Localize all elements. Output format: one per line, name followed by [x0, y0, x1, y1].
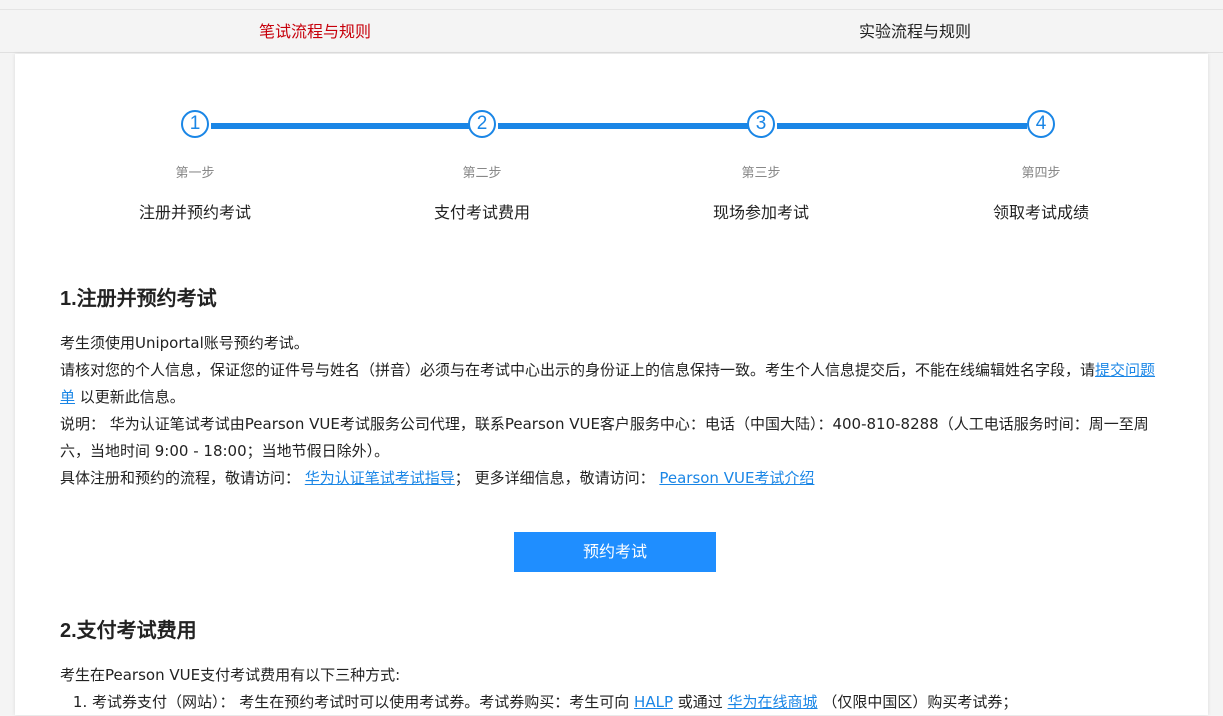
text: （仅限中国区）购买考试券； [817, 693, 1018, 711]
list-item: 考试券支付（网站）： 考生在预约考试时可以使用考试券。考试券购买：考生可向 HA… [92, 689, 1170, 716]
step-title: 支付考试费用 [433, 203, 530, 222]
section-heading-payment: 2.支付考试费用 [60, 620, 197, 642]
step-connector [211, 123, 469, 129]
pearson-vue-intro-link[interactable]: Pearson VUE考试介绍 [659, 469, 814, 487]
step-caption: 第二步 [462, 166, 502, 181]
tab-lab-exam-rules[interactable]: 实验流程与规则 [800, 10, 1030, 53]
paragraph: 说明： 华为认证笔试考试由Pearson VUE考试服务公司代理，联系Pears… [60, 415, 1149, 460]
step-title: 注册并预约考试 [138, 203, 251, 222]
step-connector [498, 123, 748, 129]
step-number-3: 3 [747, 110, 775, 138]
section-heading-register: 1.注册并预约考试 [60, 288, 217, 310]
text: 请核对您的个人信息，保证您的证件号与姓名（拼音）必须与在考试中心出示的身份证上的… [60, 361, 1096, 379]
section-body-register: 考生须使用Uniportal账号预约考试。 请核对您的个人信息，保证您的证件号与… [60, 330, 1170, 492]
book-exam-button[interactable]: 预约考试 [514, 532, 716, 572]
huawei-online-store-link[interactable]: 华为在线商城 [728, 693, 818, 711]
text: 具体注册和预约的流程，敬请访问： [60, 469, 305, 487]
tab-bar: 笔试流程与规则 实验流程与规则 [0, 9, 1223, 53]
halp-link[interactable]: HALP [634, 693, 673, 711]
step-title: 领取考试成绩 [992, 203, 1089, 222]
step-caption: 第一步 [175, 166, 215, 181]
step-connector [777, 123, 1027, 129]
step-caption: 第四步 [1021, 166, 1061, 181]
content-panel: 1 2 3 4 第一步 第二步 第三步 第四步 注册并预约考试 支付考试费用 现… [15, 54, 1208, 715]
section-body-payment: 考生在Pearson VUE支付考试费用有以下三种方式: 考试券支付（网站）： … [60, 662, 1170, 716]
step-caption: 第三步 [741, 166, 781, 181]
step-number-4: 4 [1027, 110, 1055, 138]
step-number-1: 1 [181, 110, 209, 138]
paragraph: 请核对您的个人信息，保证您的证件号与姓名（拼音）必须与在考试中心出示的身份证上的… [60, 357, 1170, 411]
paragraph: 考生在Pearson VUE支付考试费用有以下三种方式: [60, 666, 401, 684]
paragraph: 具体注册和预约的流程，敬请访问： 华为认证笔试考试指导； 更多详细信息，敬请访问… [60, 465, 1170, 492]
paragraph: 考生须使用Uniportal账号预约考试。 [60, 334, 309, 352]
text: 考试券支付（网站）： 考生在预约考试时可以使用考试券。考试券购买：考生可向 [92, 693, 635, 711]
payment-methods-list: 考试券支付（网站）： 考生在预约考试时可以使用考试券。考试券购买：考生可向 HA… [60, 689, 1170, 716]
tab-written-exam-rules[interactable]: 笔试流程与规则 [200, 10, 430, 53]
step-number-2: 2 [468, 110, 496, 138]
text: ； 更多详细信息，敬请访问： [454, 469, 660, 487]
step-title: 现场参加考试 [712, 203, 809, 222]
text: 或通过 [673, 693, 728, 711]
text: 以更新此信息。 [75, 388, 185, 406]
exam-guide-link[interactable]: 华为认证笔试考试指导 [305, 469, 455, 487]
